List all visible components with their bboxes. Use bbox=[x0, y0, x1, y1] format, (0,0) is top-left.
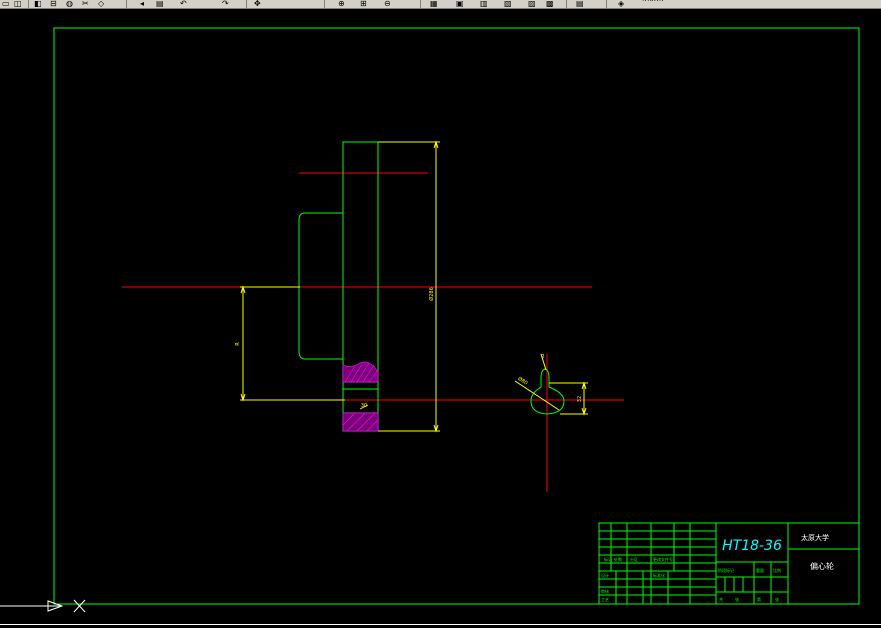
title-field-3: 分区 bbox=[630, 556, 638, 562]
layer-manager-icon[interactable]: ▤ bbox=[576, 0, 584, 8]
title-field-8: 标准化 bbox=[653, 572, 665, 578]
zoom-previous-icon[interactable]: ⊖ bbox=[384, 0, 391, 8]
properties-icon[interactable]: ▦ bbox=[430, 0, 438, 8]
dimension-text-keyway: 2 bbox=[541, 354, 544, 360]
title-field-1: 标记 bbox=[604, 556, 612, 562]
title-field-9: 阶段标记 bbox=[718, 567, 734, 573]
print-icon[interactable]: ⊟ bbox=[50, 0, 57, 8]
open-icon[interactable]: ◫ bbox=[14, 0, 22, 8]
calculator-icon[interactable]: ▩ bbox=[546, 0, 554, 8]
pan-icon[interactable]: ✥ bbox=[254, 0, 261, 8]
save-icon[interactable]: ◧ bbox=[34, 0, 42, 8]
design-center-icon[interactable]: ▣ bbox=[456, 0, 464, 8]
zoom-realtime-icon[interactable]: ⊕ bbox=[338, 0, 345, 8]
hatch-lower bbox=[342, 412, 379, 432]
title-field-4: 更改文件号 bbox=[653, 556, 673, 562]
dimension-text-offset: R bbox=[235, 342, 241, 346]
sheet-set-icon[interactable]: ▧ bbox=[504, 0, 512, 8]
title-field-10: 重量 bbox=[756, 567, 764, 573]
paste-icon[interactable]: ◂ bbox=[140, 0, 144, 8]
title-material: HT18-36 bbox=[722, 538, 782, 554]
markup-icon[interactable]: ▨ bbox=[528, 0, 536, 8]
layer-state-icon[interactable]: ◈ bbox=[618, 0, 624, 8]
title-field-11: 比例 bbox=[773, 567, 781, 573]
title-field-14: 第 bbox=[757, 596, 761, 602]
new-icon[interactable]: ▭ bbox=[2, 0, 10, 8]
bottom-scrollbar[interactable] bbox=[0, 621, 881, 628]
standard-toolbar: ▭ ◫ ◧ ⊟ ◍ ✂ ◇ ◂ ▤ ↶ ↷ ✥ ⊕ ⊞ ⊖ ▦ ▣ ▥ ▧ ▨ … bbox=[0, 0, 881, 9]
dimension-text-side-width: 32 bbox=[577, 396, 583, 402]
tool-palettes-icon[interactable]: ▥ bbox=[480, 0, 488, 8]
title-field-6: 审核 bbox=[601, 588, 609, 594]
cut-icon[interactable]: ✂ bbox=[82, 0, 89, 8]
title-field-15: 张 bbox=[775, 596, 779, 602]
redo-icon[interactable]: ↷ bbox=[222, 0, 229, 8]
title-field-7: 工艺 bbox=[601, 597, 609, 602]
title-field-5: 设计 bbox=[601, 572, 609, 578]
undo-icon[interactable]: ↶ bbox=[180, 0, 187, 8]
title-company: 太原大学 bbox=[801, 533, 829, 542]
layer-dropdown[interactable]: ’‘’“‘‘’‘ bbox=[642, 0, 664, 7]
zoom-window-icon[interactable]: ⊞ bbox=[360, 0, 367, 8]
preview-icon[interactable]: ◍ bbox=[66, 0, 73, 8]
title-part-name: 偏心轮 bbox=[810, 561, 834, 571]
title-field-13: 张 bbox=[735, 596, 739, 602]
dimension-text-height: Ø286 bbox=[428, 287, 435, 300]
title-field-12: 共 bbox=[719, 596, 723, 602]
match-icon[interactable]: ▤ bbox=[156, 0, 164, 8]
drawing-canvas[interactable]: Ø286 R 30 2 Ø80 32 HT18-36 太原大学 偏心轮 标记 处… bbox=[0, 9, 881, 621]
title-field-2: 处数 bbox=[614, 556, 622, 562]
copy-icon[interactable]: ◇ bbox=[98, 0, 104, 8]
